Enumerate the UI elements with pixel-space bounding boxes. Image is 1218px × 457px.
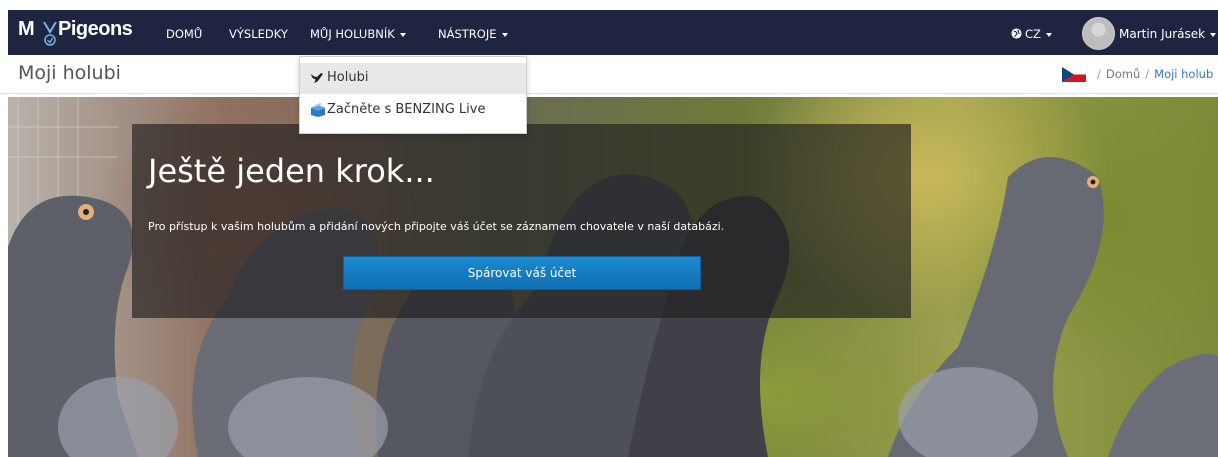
dropdown-item-benzing-live[interactable]: Začněte s BENZING Live [300, 95, 526, 126]
logo-text-pigeons: Pigeons [58, 18, 133, 40]
hero-heading: Ještě jeden krok... [148, 152, 435, 190]
breadcrumb-separator: / [1145, 67, 1150, 81]
caret-down-icon [1045, 32, 1052, 37]
breadcrumb-home[interactable]: Domů [1106, 67, 1140, 81]
nav-home[interactable]: DOMŮ [166, 27, 202, 41]
nav-results[interactable]: VÝSLEDKY [229, 27, 288, 41]
top-navbar: M Pigeons DOMŮ VÝSLEDKY MŮJ HOLUBNÍK NÁS… [8, 10, 1218, 55]
logo-text-m: M [18, 18, 35, 40]
czech-flag-icon [1062, 67, 1086, 82]
nav-home-label: DOMŮ [166, 27, 203, 41]
page-header: Moji holubi / Domů / Moji holub [0, 55, 1218, 94]
my-loft-dropdown-menu: Holubi Začněte s BENZING Live [299, 56, 527, 134]
user-avatar[interactable] [1082, 17, 1115, 50]
nav-tools[interactable]: NÁSTROJE [438, 27, 508, 41]
caret-down-icon [1210, 32, 1217, 37]
breadcrumb-separator: / [1097, 67, 1101, 81]
hero-banner: Ještě jeden krok... Pro přístup k vašim … [8, 97, 1218, 457]
pair-account-button[interactable]: Spárovat váš účet [343, 256, 701, 290]
caret-down-icon [399, 32, 406, 37]
dropdown-item-label: Začněte s BENZING Live [327, 102, 486, 117]
user-name: Martin Jurásek [1119, 27, 1206, 41]
language-label: CZ [1025, 27, 1041, 41]
box-icon [311, 103, 325, 117]
caret-down-icon [501, 32, 508, 37]
breadcrumb-current[interactable]: Moji holub [1154, 67, 1213, 81]
hero-panel: Ještě jeden krok... Pro přístup k vašim … [132, 124, 911, 318]
dropdown-item-pigeons[interactable]: Holubi [300, 63, 526, 94]
nav-tools-label: NÁSTROJE [438, 27, 497, 41]
nav-my-loft[interactable]: MŮJ HOLUBNÍK [310, 27, 406, 41]
dropdown-item-label: Holubi [327, 70, 369, 85]
medal-icon [43, 22, 57, 46]
page-title: Moji holubi [18, 62, 121, 84]
nav-my-loft-label: MŮJ HOLUBNÍK [310, 27, 395, 41]
language-selector[interactable]: CZ [1011, 27, 1052, 41]
dove-icon [311, 73, 323, 83]
hero-description: Pro přístup k vašim holubům a přidání no… [148, 220, 725, 233]
globe-icon [1011, 28, 1022, 39]
nav-results-label: VÝSLEDKY [229, 27, 288, 41]
user-menu[interactable]: Martin Jurásek [1119, 27, 1217, 41]
breadcrumb: / Domů / Moji holub [1062, 67, 1213, 82]
